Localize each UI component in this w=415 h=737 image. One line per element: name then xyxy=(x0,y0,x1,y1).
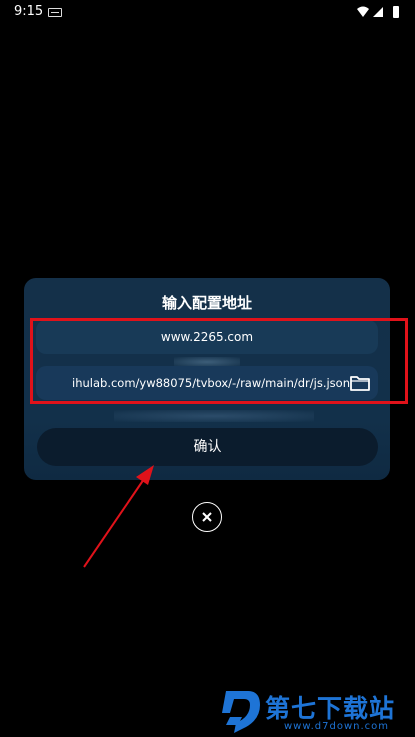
status-time: 9:15 xyxy=(14,4,44,19)
close-button[interactable] xyxy=(192,502,222,532)
highlight-box xyxy=(30,318,408,404)
battery-icon xyxy=(393,6,399,18)
close-icon xyxy=(202,512,212,522)
watermark-url: www.d7down.com xyxy=(284,721,390,732)
dialog-title: 输入配置地址 xyxy=(161,294,252,312)
watermark-name: 第七下载站 xyxy=(265,694,396,723)
watermark: 第七下载站 www.d7down.com xyxy=(214,685,414,735)
status-bar: 9:15 xyxy=(0,0,415,24)
signal-icon xyxy=(373,7,383,17)
d7-logo-icon xyxy=(222,691,260,733)
keyboard-icon xyxy=(48,8,62,17)
annotation-arrow-icon xyxy=(83,465,154,568)
system-icons xyxy=(357,6,399,18)
wifi-icon xyxy=(357,6,369,17)
divider-glow xyxy=(114,410,314,422)
